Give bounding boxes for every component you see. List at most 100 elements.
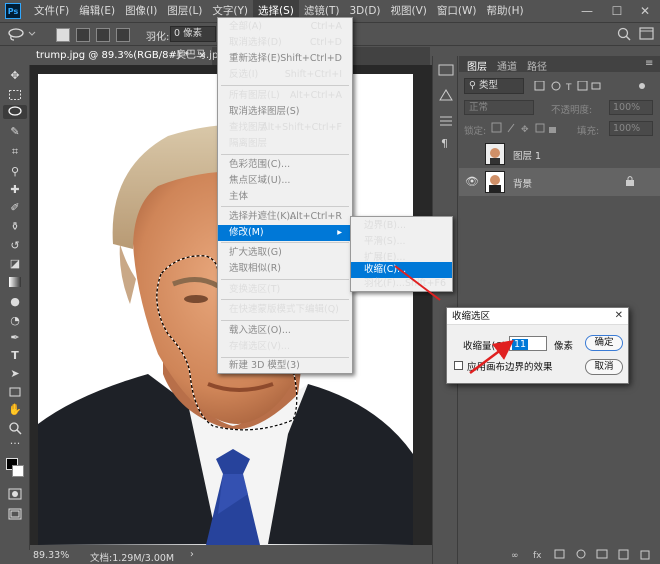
brush-tool-icon[interactable]: ✐ <box>8 201 22 215</box>
panel-menu-icon[interactable]: ≡ <box>645 58 653 69</box>
menu-window[interactable]: 窗口(W) <box>432 0 482 22</box>
close-window-button[interactable]: ✕ <box>630 0 660 22</box>
search-icon[interactable] <box>616 26 634 42</box>
tab-channels[interactable]: 通道 <box>497 58 517 73</box>
new-selection-icon[interactable] <box>56 28 70 42</box>
fill-input[interactable]: 100% <box>609 121 653 136</box>
background-color-swatch[interactable] <box>12 465 24 477</box>
layers-bottom-icons[interactable]: ∞ fx <box>509 548 659 561</box>
tab-label: trump.jpg @ 89.3%(RGB/8#) * <box>36 50 189 61</box>
menu-item-quick-mask[interactable]: 在快速蒙版模式下编辑(Q) <box>218 302 352 318</box>
more-tools-icon[interactable]: ··· <box>8 437 22 451</box>
hand-tool-icon[interactable]: ✋ <box>8 403 22 417</box>
path-selection-tool-icon[interactable]: ➤ <box>8 367 22 381</box>
layer-row-background[interactable]: 👁 背景 <box>459 168 660 196</box>
move-tool-icon[interactable]: ✥ <box>8 69 22 83</box>
dodge-tool-icon[interactable]: ◔ <box>8 314 22 328</box>
submenu-item-feather[interactable]: 羽化(F)... Shift+F6 <box>351 276 452 292</box>
shape-tool-icon[interactable] <box>8 385 22 399</box>
unit-label: 像素 <box>554 341 574 352</box>
menu-item-load-selection[interactable]: 载入选区(O)... <box>218 323 352 339</box>
workspace-icon[interactable] <box>638 26 656 42</box>
menu-item-all[interactable]: 全部(A) Ctrl+A <box>218 19 352 35</box>
status-arrow-icon[interactable]: › <box>190 549 194 560</box>
pen-tool-icon[interactable]: ✒ <box>8 331 22 345</box>
eraser-tool-icon[interactable]: ◪ <box>8 257 22 271</box>
menu-item-isolate-layers[interactable]: 隔离图层 <box>218 136 352 152</box>
menu-separator <box>221 154 349 155</box>
intersect-selection-icon[interactable] <box>116 28 130 42</box>
layer-row-1[interactable]: 图层 1 <box>459 140 660 168</box>
menu-item-similar[interactable]: 选取相似(R) <box>218 261 352 277</box>
clone-stamp-tool-icon[interactable]: ⚱ <box>8 220 22 234</box>
blur-tool-icon[interactable]: ● <box>8 295 22 309</box>
menu-separator <box>221 206 349 207</box>
visibility-eye-icon[interactable]: 👁 <box>465 175 479 188</box>
zoom-tool-icon[interactable] <box>8 421 22 435</box>
menu-item-select-and-mask[interactable]: 选择并遮住(K)... Alt+Ctrl+R <box>218 209 352 225</box>
menu-item-find-layers[interactable]: 查找图层 Alt+Shift+Ctrl+F <box>218 120 352 136</box>
lasso-tool-icon[interactable] <box>3 105 27 119</box>
menu-file[interactable]: 文件(F) <box>29 0 74 22</box>
menu-view[interactable]: 视图(V) <box>386 0 432 22</box>
cancel-button[interactable]: 取消 <box>585 359 623 375</box>
layer-name[interactable]: 图层 1 <box>513 148 541 162</box>
marquee-tool-icon[interactable] <box>8 88 22 102</box>
properties-panel-icon[interactable] <box>438 114 454 128</box>
ok-button[interactable]: 确定 <box>585 335 623 351</box>
history-brush-tool-icon[interactable]: ↺ <box>8 239 22 253</box>
zoom-level[interactable]: 89.33% <box>33 550 69 561</box>
dialog-close-icon[interactable]: ✕ <box>615 310 623 321</box>
blend-mode-select[interactable]: 正常 <box>464 100 534 115</box>
quick-mask-icon[interactable] <box>8 487 22 501</box>
opacity-label: 不透明度: <box>551 105 593 116</box>
minimize-button[interactable]: — <box>572 0 602 22</box>
crop-tool-icon[interactable]: ⌗ <box>8 145 22 159</box>
menu-item-deselect[interactable]: 取消选择(D) Ctrl+D <box>218 35 352 51</box>
type-tool-icon[interactable]: T <box>8 349 22 363</box>
filter-kind-select[interactable]: ⚲ 类型 <box>464 78 524 94</box>
opacity-input[interactable]: 100% <box>609 100 653 115</box>
menu-item-all-layers[interactable]: 所有图层(L) Alt+Ctrl+A <box>218 88 352 104</box>
menu-item-focus-area[interactable]: 焦点区域(U)... <box>218 173 352 189</box>
submenu-item-border[interactable]: 边界(B)... <box>351 218 452 234</box>
apply-canvas-checkbox[interactable] <box>454 361 463 370</box>
menu-item-subject[interactable]: 主体 <box>218 189 352 205</box>
adjustments-panel-icon[interactable] <box>438 88 454 102</box>
add-selection-icon[interactable] <box>76 28 90 42</box>
paragraph-panel-icon[interactable]: ¶ <box>438 136 454 150</box>
menu-layer[interactable]: 图层(L) <box>162 0 207 22</box>
quick-select-tool-icon[interactable]: ✎ <box>8 125 22 139</box>
subtract-selection-icon[interactable] <box>96 28 110 42</box>
fill-label: 填充: <box>577 126 600 137</box>
menu-separator <box>221 242 349 243</box>
gradient-tool-icon[interactable] <box>8 275 22 289</box>
submenu-item-smooth[interactable]: 平滑(S)... <box>351 234 452 250</box>
screen-mode-icon[interactable] <box>8 507 22 521</box>
healing-brush-tool-icon[interactable]: ✚ <box>8 183 22 197</box>
menu-item-transform-selection[interactable]: 变换选区(T) <box>218 282 352 298</box>
contract-amount-value: 11 <box>512 339 529 350</box>
menu-item-color-range[interactable]: 色彩范围(C)... <box>218 157 352 173</box>
menu-item-inverse[interactable]: 反选(I) Shift+Ctrl+I <box>218 67 352 83</box>
menu-edit[interactable]: 编辑(E) <box>74 0 120 22</box>
feather-input[interactable]: 0 像素 <box>170 26 216 42</box>
menu-item-reselect[interactable]: 重新选择(E) Shift+Ctrl+D <box>218 51 352 67</box>
eyedropper-tool-icon[interactable]: ⚲ <box>8 165 22 179</box>
menu-item-new-3d[interactable]: 新建 3D 模型(3) <box>218 358 352 374</box>
menu-item-deselect-layers[interactable]: 取消选择图层(S) <box>218 104 352 120</box>
lasso-preset-icon[interactable] <box>6 26 36 42</box>
tab-layers[interactable]: 图层 <box>467 58 487 73</box>
contract-amount-input[interactable]: 11 <box>509 336 547 351</box>
menu-help[interactable]: 帮助(H) <box>482 0 529 22</box>
history-panel-icon[interactable] <box>438 64 454 76</box>
maximize-button[interactable]: ☐ <box>602 0 632 22</box>
tab-paths[interactable]: 路径 <box>527 58 547 73</box>
lock-icons[interactable]: ✥ <box>491 122 561 135</box>
layer-thumbnail <box>485 171 505 193</box>
menu-item-save-selection[interactable]: 存储选区(V)... <box>218 339 352 355</box>
layer-name[interactable]: 背景 <box>513 176 532 190</box>
menu-image[interactable]: 图像(I) <box>120 0 162 22</box>
menu-item-grow[interactable]: 扩大选取(G) <box>218 245 352 261</box>
menu-item-modify[interactable]: 修改(M) ▸ <box>218 225 352 241</box>
